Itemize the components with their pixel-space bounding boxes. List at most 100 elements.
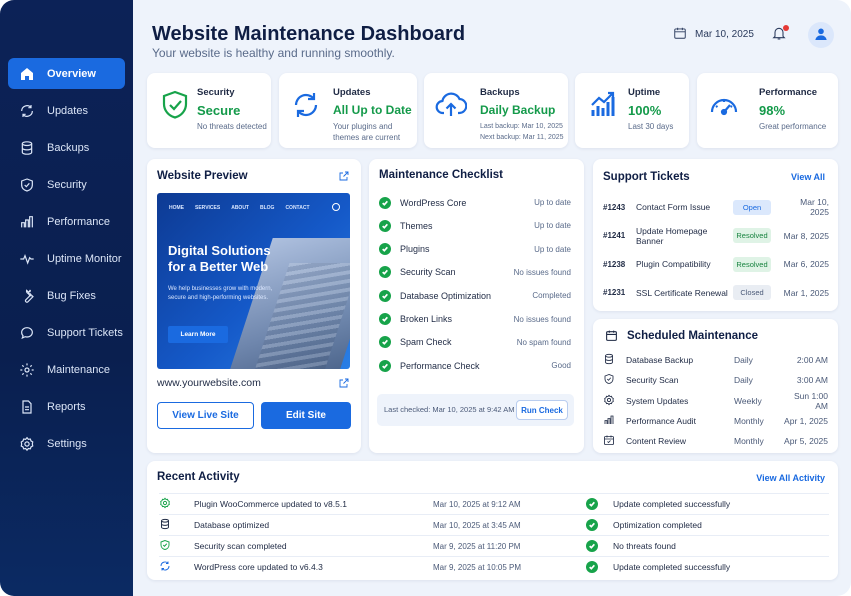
check-circle-icon bbox=[379, 359, 391, 372]
preview-nav: HOME SERVICES ABOUT BLOG CONTACT bbox=[169, 205, 310, 211]
sidebar-item-security[interactable]: Security bbox=[8, 169, 125, 200]
external-link-icon[interactable] bbox=[338, 377, 350, 389]
refresh-icon bbox=[18, 102, 36, 120]
checklist-item[interactable]: Plugins Up to date bbox=[379, 238, 571, 261]
activity-event: Database optimized bbox=[194, 520, 270, 530]
task-time: Apr 5, 2025 bbox=[784, 436, 828, 447]
activity-result: Update completed successfully bbox=[613, 499, 731, 509]
settings-icon bbox=[18, 435, 36, 453]
ticket-name: SSL Certificate Renewal bbox=[636, 287, 728, 298]
task-name: Database Backup bbox=[626, 355, 694, 365]
sidebar-item-label: Uptime Monitor bbox=[47, 252, 122, 265]
checklist-item-name: Security Scan bbox=[400, 267, 456, 278]
refresh-icon bbox=[159, 560, 173, 574]
card-title: Recent Activity bbox=[157, 471, 240, 483]
trend-chart-icon bbox=[587, 88, 619, 120]
stat-label: Performance bbox=[759, 87, 818, 98]
recent-activity-card: Recent Activity View All Activity Plugin… bbox=[147, 461, 838, 580]
ticket-date: Mar 1, 2025 bbox=[783, 287, 829, 298]
list-item[interactable]: Database optimized Mar 10, 2025 at 3:45 A… bbox=[159, 514, 829, 535]
website-preview-image[interactable]: HOME SERVICES ABOUT BLOG CONTACT Digital… bbox=[157, 193, 350, 369]
table-row[interactable]: #1231 SSL Certificate Renewal Closed Mar 1,… bbox=[603, 281, 829, 305]
list-item[interactable]: WordPress core updated to v6.4.3 Mar 9, 2… bbox=[159, 556, 829, 577]
sidebar-item-performance[interactable]: Performance bbox=[8, 206, 125, 237]
checklist-footer: Last checked: Mar 10, 2025 at 9:42 AM Ru… bbox=[377, 394, 574, 426]
database-icon bbox=[159, 518, 173, 532]
stat-label: Updates bbox=[333, 87, 371, 98]
user-avatar[interactable] bbox=[808, 22, 834, 48]
maintenance-checklist-card: Maintenance Checklist WordPress Core Up t… bbox=[369, 159, 584, 453]
check-circle-icon bbox=[379, 219, 391, 232]
sidebar: Overview Updates Backups Security Perfor… bbox=[0, 0, 133, 596]
list-item[interactable]: Security Scan Daily 3:00 AM bbox=[603, 370, 828, 390]
sidebar-item-uptime-monitor[interactable]: Uptime Monitor bbox=[8, 243, 125, 274]
list-item[interactable]: Security scan completed Mar 9, 2025 at 11… bbox=[159, 535, 829, 556]
list-item[interactable]: Performance Audit Monthly Apr 1, 2025 bbox=[603, 411, 828, 431]
checklist-item[interactable]: Broken Links No issues found bbox=[379, 308, 571, 331]
ticket-date: Mar 10, 2025 bbox=[800, 197, 829, 217]
sidebar-item-bug-fixes[interactable]: Bug Fixes bbox=[8, 280, 125, 311]
edit-site-button[interactable]: Edit Site bbox=[261, 402, 351, 429]
check-circle-icon bbox=[586, 540, 598, 552]
view-all-tickets-link[interactable]: View All bbox=[791, 172, 825, 182]
activity-result: No threats found bbox=[613, 541, 676, 551]
preview-nav-item: CONTACT bbox=[285, 205, 310, 211]
table-row[interactable]: #1243 Contact Form Issue Open Mar 10, 2025 bbox=[603, 195, 829, 219]
task-name: Content Review bbox=[626, 436, 687, 447]
stat-label: Backups bbox=[480, 87, 520, 98]
preview-nav-item: SERVICES bbox=[195, 205, 221, 211]
cloud-upload-icon bbox=[435, 89, 468, 121]
external-link-icon[interactable] bbox=[338, 170, 350, 182]
view-all-activity-link[interactable]: View All Activity bbox=[756, 473, 825, 483]
sidebar-item-overview[interactable]: Overview bbox=[8, 58, 125, 89]
task-time: 3:00 AM bbox=[796, 375, 828, 386]
checklist-item-name: Spam Check bbox=[400, 337, 452, 348]
view-live-site-button[interactable]: View Live Site bbox=[157, 402, 254, 429]
checklist-item[interactable]: WordPress Core Up to date bbox=[379, 191, 571, 214]
notifications-button[interactable] bbox=[771, 25, 789, 43]
checklist-item[interactable]: Security Scan No issues found bbox=[379, 261, 571, 284]
checklist-item[interactable]: Performance Check Good bbox=[379, 354, 571, 377]
sidebar-item-label: Security bbox=[47, 178, 87, 191]
sidebar-item-label: Bug Fixes bbox=[47, 289, 96, 302]
updates-stat-card[interactable]: Updates All Up to Date Your plugins and … bbox=[279, 73, 417, 148]
sidebar-item-settings[interactable]: Settings bbox=[8, 428, 125, 459]
ticket-id: #1238 bbox=[603, 259, 626, 269]
status-badge: Open bbox=[733, 199, 771, 215]
list-item[interactable]: Database Backup Daily 2:00 AM bbox=[603, 350, 828, 370]
page-subtitle: Your website is healthy and running smoo… bbox=[152, 46, 395, 60]
shield-icon bbox=[18, 176, 36, 194]
list-item[interactable]: Content Review Monthly Apr 5, 2025 bbox=[603, 431, 828, 451]
list-item[interactable]: Plugin WooCommerce updated to v8.5.1 Mar … bbox=[159, 493, 829, 514]
checklist-item[interactable]: Themes Up to date bbox=[379, 214, 571, 237]
home-icon bbox=[18, 65, 36, 83]
table-row[interactable]: #1238 Plugin Compatibility Resolved Mar 6, … bbox=[603, 252, 829, 276]
backups-stat-card[interactable]: Backups Daily Backup Last backup: Mar 10… bbox=[424, 73, 568, 148]
table-row[interactable]: #1241 Update Homepage Banner Resolved Mar 8… bbox=[603, 224, 829, 248]
wrench-icon bbox=[18, 287, 36, 305]
task-name: System Updates bbox=[626, 395, 689, 406]
task-frequency: Daily bbox=[734, 355, 753, 365]
sidebar-item-label: Support Tickets bbox=[47, 326, 123, 339]
performance-stat-card[interactable]: Performance 98% Great performance bbox=[697, 73, 838, 148]
sidebar-item-backups[interactable]: Backups bbox=[8, 132, 125, 163]
security-stat-card[interactable]: Security Secure No threats detected bbox=[147, 73, 271, 148]
checklist-item[interactable]: Spam Check No spam found bbox=[379, 331, 571, 354]
list-item[interactable]: System Updates Weekly Sun 1:00 AM bbox=[603, 391, 828, 411]
website-url[interactable]: www.yourwebsite.com bbox=[157, 377, 261, 389]
stat-subtext: Your plugins and themes are current bbox=[333, 121, 400, 143]
date-display[interactable]: Mar 10, 2025 bbox=[673, 26, 754, 43]
ticket-name: Contact Form Issue bbox=[636, 202, 711, 212]
uptime-stat-card[interactable]: Uptime 100% Last 30 days bbox=[575, 73, 689, 148]
checklist-item-name: Themes bbox=[400, 220, 433, 231]
task-time: Apr 1, 2025 bbox=[784, 415, 828, 426]
checklist-item[interactable]: Database Optimization Completed bbox=[379, 284, 571, 307]
sidebar-item-reports[interactable]: Reports bbox=[8, 391, 125, 422]
date-text: Mar 10, 2025 bbox=[695, 29, 754, 40]
activity-event: Security scan completed bbox=[194, 541, 287, 551]
checklist-item-status: No issues found bbox=[513, 267, 571, 277]
run-check-button[interactable]: Run Check bbox=[516, 400, 568, 420]
sidebar-item-maintenance[interactable]: Maintenance bbox=[8, 354, 125, 385]
sidebar-item-support-tickets[interactable]: Support Tickets bbox=[8, 317, 125, 348]
sidebar-item-updates[interactable]: Updates bbox=[8, 95, 125, 126]
